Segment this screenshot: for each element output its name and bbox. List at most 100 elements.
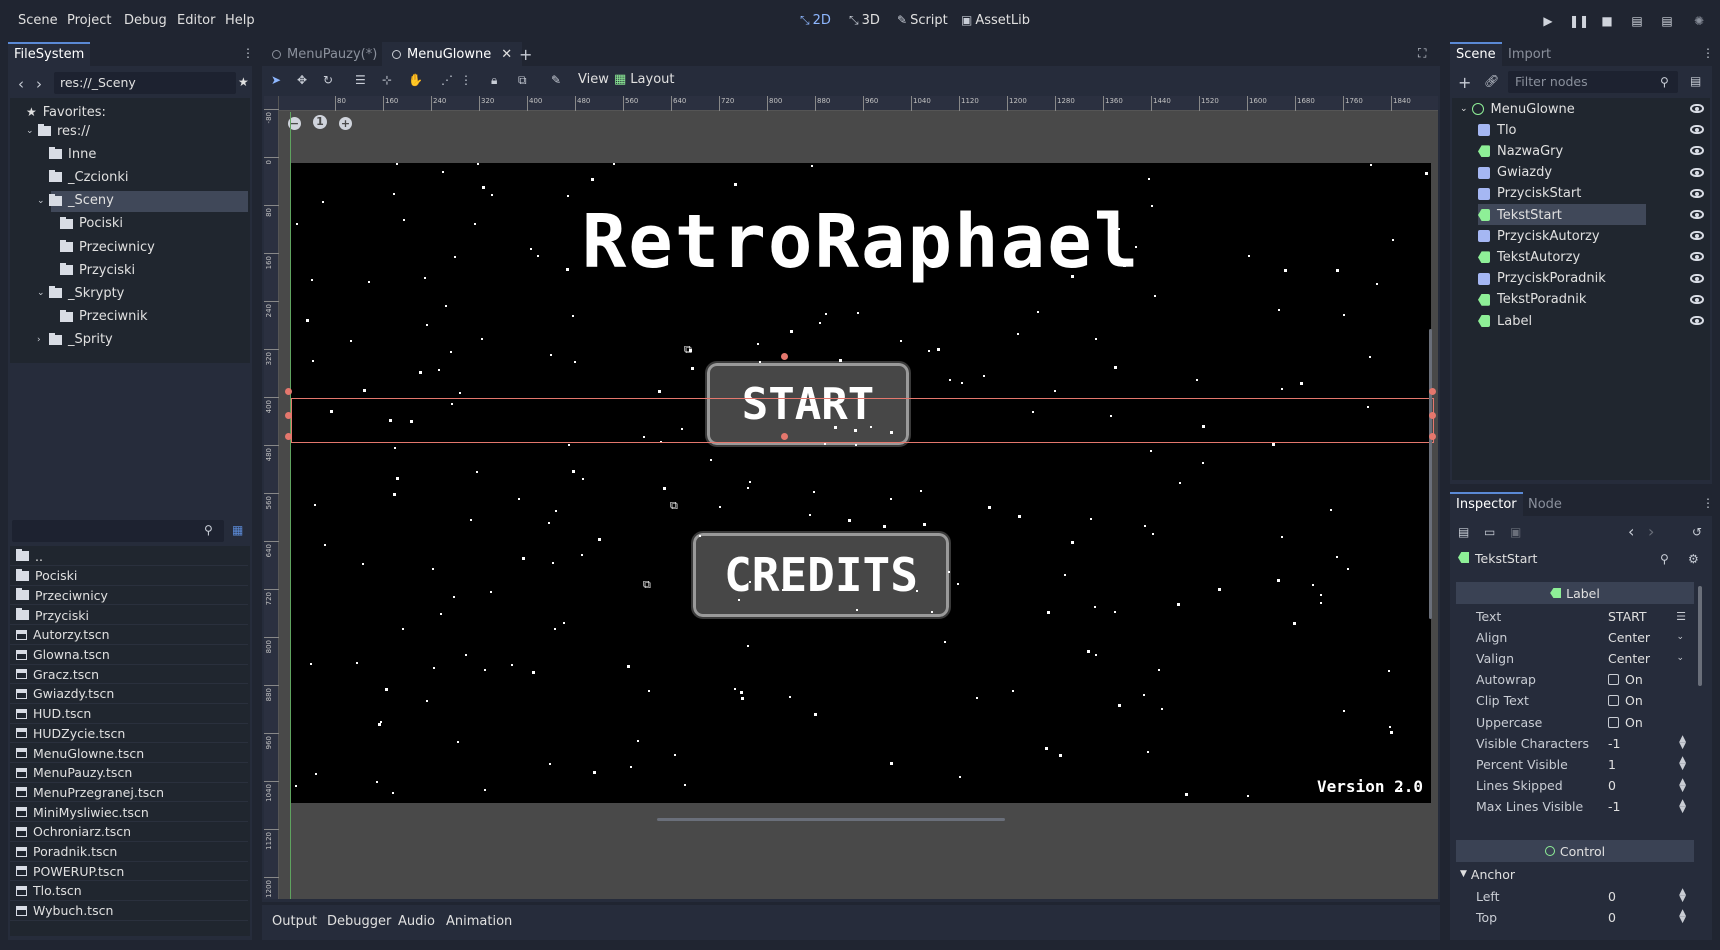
edit-text-icon[interactable]: ☰ [1676, 610, 1686, 623]
tab-animation[interactable]: Animation [446, 914, 512, 929]
file-list-item[interactable]: Pociski [10, 566, 248, 586]
dock-menu-icon[interactable]: ⋮ [242, 46, 254, 60]
credits-button[interactable]: CREDITS [691, 531, 951, 619]
selection-handle[interactable] [285, 433, 292, 440]
property-value[interactable]: 0 [1608, 889, 1616, 904]
pan-tool-icon[interactable]: ✋ [408, 73, 423, 87]
folder-tree-item[interactable]: › _Sprity [37, 329, 113, 351]
property-value[interactable]: On [1608, 715, 1643, 730]
v-scrollbar[interactable] [1429, 329, 1432, 619]
property-value[interactable]: START [1608, 609, 1647, 624]
folder-tree-item[interactable]: _Czcionki [37, 166, 129, 188]
spin-arrows-icon[interactable]: ▲ ▼ [1679, 909, 1686, 925]
menu-help[interactable]: Help [225, 13, 255, 28]
property-value[interactable]: Center [1608, 651, 1650, 666]
checkbox[interactable] [1608, 716, 1619, 728]
add-tab-icon[interactable]: + [519, 45, 532, 64]
inspector-property[interactable]: Top 0 ▲ ▼ [1456, 906, 1698, 928]
folder-tree-item[interactable]: ⌄ res:// [26, 120, 90, 142]
distraction-free-icon[interactable]: ⛶ [1418, 46, 1426, 61]
select-tool-icon[interactable]: ➤ [271, 73, 281, 87]
tab-debugger[interactable]: Debugger [327, 914, 391, 929]
property-value[interactable]: On [1608, 693, 1643, 708]
property-value[interactable]: -1 [1608, 736, 1620, 751]
scene-node-item[interactable]: ⌄ MenuGlowne [1460, 98, 1708, 120]
skeleton-icon[interactable]: ✎ [551, 73, 561, 87]
property-value[interactable]: On [1608, 672, 1643, 687]
play-custom-scene-icon[interactable]: ▤ [1658, 14, 1676, 30]
scene-node-item[interactable]: PrzyciskAutorzy [1478, 225, 1708, 247]
file-list-item[interactable]: Ochroniarz.tscn [10, 822, 248, 842]
folder-tree-item[interactable]: ⌄ _Sceny [37, 190, 114, 212]
selection-handle[interactable] [285, 412, 292, 419]
file-list-item[interactable]: Gwiazdy.tscn [10, 684, 248, 704]
file-list-item[interactable]: HUDZycie.tscn [10, 723, 248, 744]
tab-menupauzy[interactable]: MenuPauzy(*) [272, 47, 377, 62]
lock-icon[interactable]: 🔒︎ [491, 73, 497, 88]
history-icon[interactable]: ↺ [1692, 525, 1702, 539]
play-icon[interactable]: ▶ [1539, 14, 1557, 30]
folder-tree-item[interactable]: Przeciwnik [48, 306, 148, 328]
spin-arrows-icon[interactable]: ▲ ▼ [1679, 777, 1686, 793]
scene-node-item[interactable]: TekstStart [1478, 204, 1708, 226]
visibility-eye-icon[interactable] [1690, 294, 1704, 304]
search-icon[interactable]: ⚲ [1660, 552, 1669, 566]
selection-handle[interactable] [781, 353, 788, 360]
group-icon[interactable]: ⧉ [518, 73, 527, 88]
inspector-property[interactable]: Left 0 ▲ ▼ [1456, 885, 1698, 907]
new-resource-icon[interactable]: ▤ [1458, 525, 1469, 539]
scene-node-item[interactable]: PrzyciskStart [1478, 183, 1708, 205]
object-settings-icon[interactable]: ⚙ [1688, 552, 1699, 566]
file-list-item[interactable]: Glowna.tscn [10, 645, 248, 665]
tab-audio[interactable]: Audio [398, 914, 435, 929]
file-list-item[interactable]: Poradnik.tscn [10, 842, 248, 862]
zoom-reset-button[interactable]: 1 [313, 115, 327, 129]
spin-arrows-icon[interactable]: ▲ ▼ [1679, 798, 1686, 814]
filter-nodes-input[interactable]: Filter nodes [1508, 71, 1678, 93]
visibility-eye-icon[interactable] [1690, 146, 1704, 156]
file-list-item[interactable]: Wybuch.tscn [10, 901, 248, 921]
selection-handle[interactable] [1429, 388, 1436, 395]
back-icon[interactable]: ‹ [18, 75, 24, 93]
file-list-item[interactable]: MenuPrzegranej.tscn [10, 782, 248, 803]
visibility-eye-icon[interactable] [1690, 188, 1704, 198]
folder-tree-item[interactable]: Przyciski [48, 259, 135, 281]
file-search-input[interactable] [12, 520, 224, 542]
h-scrollbar[interactable] [657, 818, 1005, 821]
close-icon[interactable]: ✕ [501, 47, 512, 62]
visibility-eye-icon[interactable] [1690, 167, 1704, 177]
menu-scene[interactable]: Scene [18, 13, 58, 28]
file-list-item[interactable]: .. [10, 546, 248, 566]
menu-debug[interactable]: Debug [124, 13, 167, 28]
stop-icon[interactable]: ■ [1598, 14, 1616, 30]
scene-node-item[interactable]: Tlo [1478, 119, 1708, 141]
inspector-property[interactable]: Uppercase On [1456, 711, 1698, 733]
spin-arrows-icon[interactable]: ▲ ▼ [1679, 888, 1686, 904]
file-list-item[interactable]: Przyciski [10, 605, 248, 626]
property-value[interactable]: Center [1608, 630, 1650, 645]
visibility-eye-icon[interactable] [1690, 125, 1704, 135]
scene-node-item[interactable]: TekstAutorzy [1478, 246, 1708, 268]
view-menu[interactable]: View [578, 72, 609, 87]
tab-output[interactable]: Output [272, 914, 317, 929]
rotate-tool-icon[interactable]: ↻ [323, 73, 333, 87]
tab-node[interactable]: Node [1528, 497, 1562, 512]
history-forward-icon[interactable]: › [1648, 522, 1654, 541]
layout-menu[interactable]: ▦ Layout [614, 72, 675, 87]
file-list-item[interactable]: Autorzy.tscn [10, 625, 248, 645]
dock-menu-icon[interactable]: ⋮ [1702, 496, 1714, 510]
mode-3d-button[interactable]: ⤡ 3D [849, 13, 880, 28]
folder-tree-item[interactable]: ⌄ _Skrypty [37, 282, 124, 304]
mode-script-button[interactable]: ✎ Script [897, 13, 948, 28]
inspector-property[interactable]: Max Lines Visible -1 ▲ ▼ [1456, 796, 1698, 818]
selection-handle[interactable] [285, 388, 292, 395]
play-scene-icon[interactable]: ▤ [1628, 14, 1646, 30]
mode-assetlib-button[interactable]: ▣ AssetLib [961, 13, 1030, 28]
scene-node-item[interactable]: Label [1478, 310, 1708, 332]
checkbox[interactable] [1608, 695, 1619, 707]
file-list-item[interactable]: MenuPauzy.tscn [10, 763, 248, 783]
tab-scene[interactable]: Scene [1450, 42, 1502, 66]
inspector-property[interactable]: Clip Text On [1456, 690, 1698, 712]
group-anchor[interactable]: ▼ Anchor [1456, 863, 1694, 885]
folder-tree-item[interactable]: Pociski [48, 213, 123, 235]
